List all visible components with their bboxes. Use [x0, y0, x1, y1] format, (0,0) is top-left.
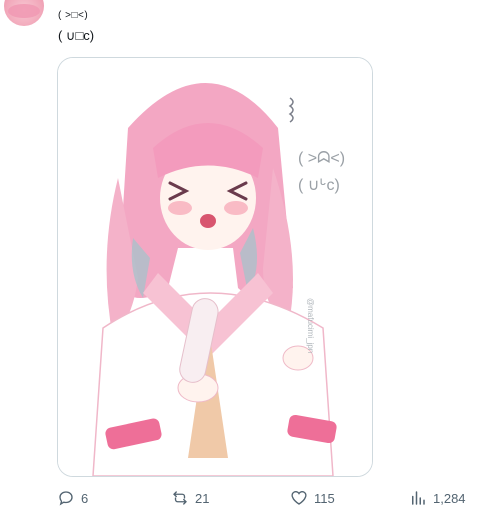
- views-count: 1,284: [433, 490, 466, 506]
- overlay-text-1: ( >ᗣ<): [298, 150, 345, 167]
- heart-icon: [291, 491, 307, 505]
- repost-count: 21: [195, 490, 210, 506]
- like-count: 115: [314, 490, 335, 506]
- repost-button[interactable]: 21: [171, 487, 209, 509]
- user-avatar[interactable]: [4, 0, 44, 26]
- tweet-text-line-2: ( ∪□c): [58, 28, 95, 43]
- illustration: ( >ᗣ<) ( ∪ᒡc) @mafucimi_jpn: [58, 58, 372, 476]
- reply-button[interactable]: 6: [57, 487, 88, 509]
- overlay-text-2: ( ∪ᒡc): [298, 177, 340, 194]
- tweet-text-line-1: ( >□<): [58, 10, 89, 21]
- tweet-actions: 6 21 115 1,284: [57, 487, 468, 509]
- tweet-text: ( >□<) ( ∪□c): [58, 6, 94, 46]
- repost-icon: [173, 491, 187, 505]
- views-icon: [412, 491, 425, 505]
- views-button[interactable]: 1,284: [409, 487, 466, 509]
- reply-count: 6: [81, 490, 89, 506]
- watermark-text: @mafucimi_jpn: [306, 298, 315, 353]
- reply-icon: [59, 491, 73, 506]
- tweet-image[interactable]: ( >ᗣ<) ( ∪ᒡc) @mafucimi_jpn: [57, 57, 373, 477]
- like-button[interactable]: 115: [290, 487, 335, 509]
